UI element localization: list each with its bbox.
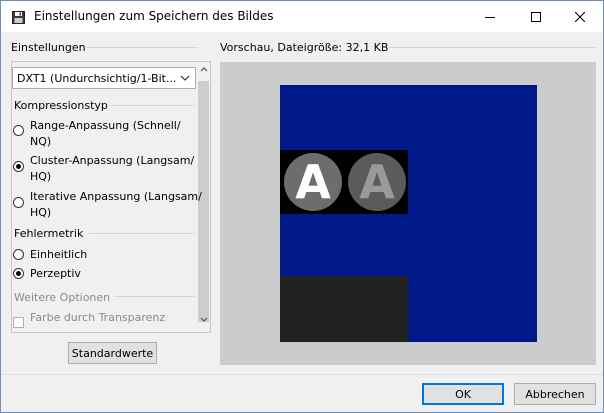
metric-divider <box>89 233 195 234</box>
maximize-button[interactable] <box>513 1 559 32</box>
format-select[interactable]: DXT1 (Undurchsichtig/1-Bit... <box>12 67 196 89</box>
radio-cluster-fit-label-2[interactable]: HQ) <box>30 168 51 185</box>
more-options-divider <box>114 296 195 297</box>
floppy-disk-icon <box>12 11 25 24</box>
radio-iterative-fit-label-2[interactable]: HQ) <box>30 204 51 221</box>
letter-a-gray-text: A <box>359 155 395 209</box>
dialog-window: Einstellungen zum Speichern des Bildes E… <box>0 0 604 413</box>
transparency-checkbox[interactable] <box>13 317 24 328</box>
cancel-button[interactable]: Abbrechen <box>514 383 596 405</box>
window-title: Einstellungen zum Speichern des Bildes <box>34 9 274 23</box>
preview-icon-strip: A A <box>280 150 408 214</box>
ok-button[interactable]: OK <box>422 383 504 405</box>
title-bar[interactable]: Einstellungen zum Speichern des Bildes <box>1 1 603 32</box>
compression-divider <box>111 105 195 106</box>
chevron-down-icon <box>180 75 190 81</box>
radio-range-fit-label-2[interactable]: NQ) <box>30 133 51 150</box>
preview-dark-block <box>280 276 408 342</box>
preview-image-canvas: A A <box>280 85 537 342</box>
radio-cluster-fit-label-1[interactable]: Cluster-Anpassung (Langsam/ <box>30 152 194 169</box>
radio-uniform[interactable] <box>13 249 24 260</box>
close-button[interactable] <box>557 1 603 32</box>
radio-iterative-fit-label-1[interactable]: Iterative Anpassung (Langsam/ <box>30 188 202 205</box>
minimize-button[interactable] <box>467 1 513 32</box>
radio-perceptual-label[interactable]: Perzeptiv <box>30 265 81 282</box>
compression-heading: Kompressionstyp <box>14 99 108 112</box>
preview-divider <box>387 47 596 48</box>
metric-heading: Fehlermetrik <box>14 227 84 240</box>
radio-range-fit[interactable] <box>13 125 24 136</box>
radio-cluster-fit[interactable] <box>13 161 24 172</box>
scroll-up-icon[interactable] <box>200 66 208 72</box>
scroll-down-icon[interactable] <box>200 317 208 323</box>
radio-range-fit-label-1[interactable]: Range-Anpassung (Schnell/ <box>30 117 181 134</box>
transparency-checkbox-label[interactable]: Farbe durch Transparenz <box>30 309 165 326</box>
radio-perceptual[interactable] <box>13 268 24 279</box>
radio-iterative-fit[interactable] <box>13 197 24 208</box>
settings-heading: Einstellungen <box>11 41 86 54</box>
letter-a-white-icon: A <box>284 153 342 211</box>
minimize-icon <box>485 16 495 18</box>
settings-divider <box>87 47 198 48</box>
close-icon <box>575 11 585 22</box>
preview-panel: A A <box>220 62 596 365</box>
letter-a-gray-icon: A <box>348 153 406 211</box>
format-select-value: DXT1 (Undurchsichtig/1-Bit... <box>17 72 177 85</box>
footer-divider <box>1 374 603 375</box>
radio-uniform-label[interactable]: Einheitlich <box>30 246 87 263</box>
defaults-button[interactable]: Standardwerte <box>68 342 157 364</box>
letter-a-white-text: A <box>295 155 331 209</box>
maximize-icon <box>531 11 541 22</box>
preview-label: Vorschau, Dateigröße: 32,1 KB <box>220 41 389 54</box>
more-options-heading: Weitere Optionen <box>14 291 111 304</box>
